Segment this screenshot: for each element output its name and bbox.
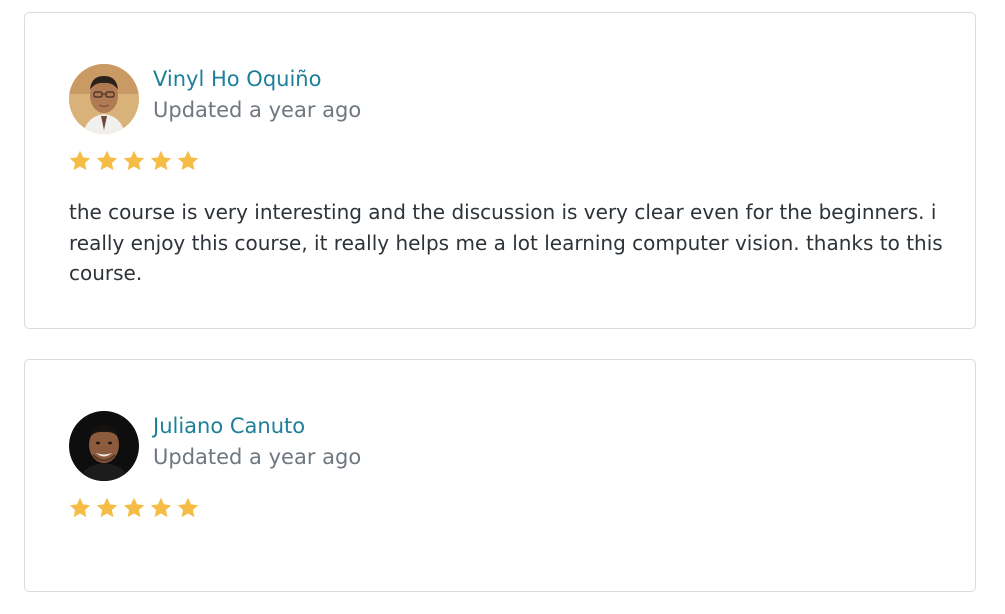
review-card: Vinyl Ho Oquiño Updated a year ago the c… xyxy=(24,12,976,329)
author-name-link[interactable]: Juliano Canuto xyxy=(153,413,305,439)
star-rating xyxy=(68,149,200,173)
star-icon xyxy=(69,497,91,518)
author-name-link[interactable]: Vinyl Ho Oquiño xyxy=(153,66,321,92)
review-text: the course is very interesting and the d… xyxy=(69,200,943,285)
avatar[interactable] xyxy=(69,411,139,481)
avatar-photo xyxy=(69,64,139,134)
star-icon xyxy=(123,497,145,518)
star-icon xyxy=(150,497,172,518)
updated-timestamp: Updated a year ago xyxy=(153,98,362,122)
review-card: Juliano Canuto Updated a year ago xyxy=(24,359,976,592)
star-icon xyxy=(69,150,91,171)
star-icon xyxy=(96,150,118,171)
star-icon xyxy=(123,150,145,171)
star-icon xyxy=(177,150,199,171)
avatar-photo xyxy=(69,411,139,481)
star-rating xyxy=(68,496,200,520)
star-icon xyxy=(177,497,199,518)
reviews-list: Vinyl Ho Oquiño Updated a year ago the c… xyxy=(0,0,1005,614)
star-icon xyxy=(150,150,172,171)
updated-timestamp: Updated a year ago xyxy=(153,445,362,469)
star-icon xyxy=(96,497,118,518)
avatar[interactable] xyxy=(69,64,139,134)
